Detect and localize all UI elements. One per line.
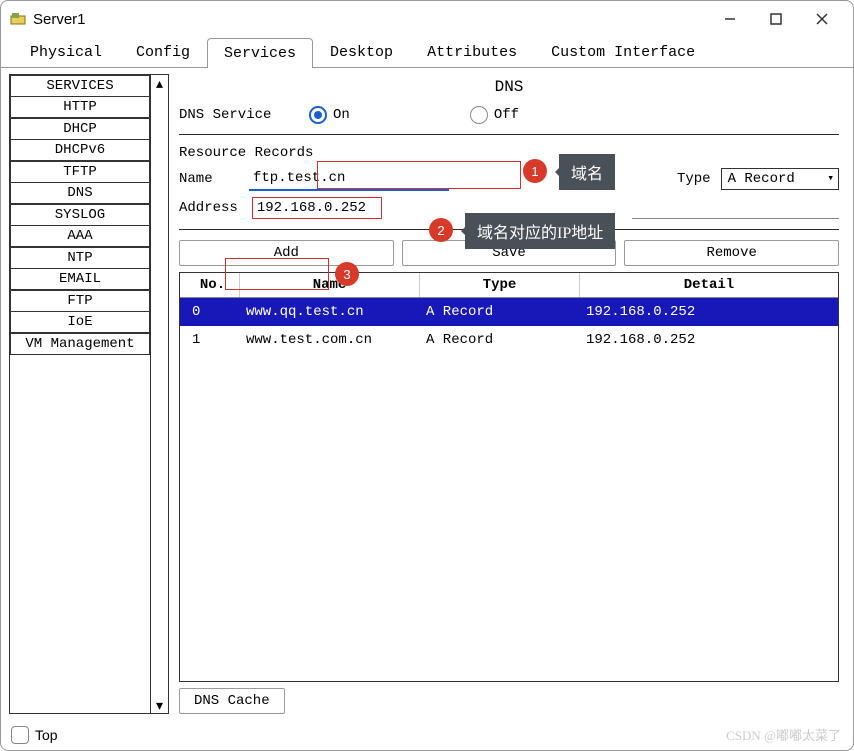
col-header-detail[interactable]: Detail [580, 273, 838, 297]
sidebar-item-dhcpv6[interactable]: DHCPv6 [10, 139, 150, 161]
sidebar-item-dhcp[interactable]: DHCP [10, 118, 150, 140]
address-label: Address [179, 200, 238, 216]
minimize-button[interactable] [707, 4, 753, 34]
annotation-badge-1: 1 [523, 159, 547, 183]
sidebar-item-vm-management[interactable]: VM Management [10, 333, 150, 355]
tab-bar: Physical Config Services Desktop Attribu… [1, 37, 853, 68]
annotation-badge-2: 2 [429, 218, 453, 242]
type-select[interactable]: A Record [721, 168, 839, 190]
sidebar-item-ftp[interactable]: FTP [10, 290, 150, 312]
tab-desktop[interactable]: Desktop [313, 37, 410, 67]
tab-attributes[interactable]: Attributes [410, 37, 534, 67]
table-row[interactable]: 0 www.qq.test.cn A Record 192.168.0.252 [180, 298, 838, 326]
address-input[interactable] [257, 200, 377, 216]
annotation-tooltip-1: 域名 [559, 154, 615, 190]
col-header-type[interactable]: Type [420, 273, 580, 297]
resource-records-label: Resource Records [179, 145, 839, 161]
titlebar: Server1 [1, 1, 853, 37]
sidebar-item-http[interactable]: HTTP [10, 96, 150, 118]
annotation-badge-3: 3 [335, 262, 359, 286]
tab-services[interactable]: Services [207, 38, 313, 68]
annotation-highlight-address [252, 197, 382, 219]
sidebar: SERVICES HTTP DHCP DHCPv6 TFTP DNS SYSLO… [9, 74, 169, 714]
col-header-name[interactable]: Name [240, 273, 420, 297]
remove-button[interactable]: Remove [624, 240, 839, 266]
scroll-down-icon[interactable]: ▾ [151, 697, 168, 713]
scroll-up-icon[interactable]: ▴ [151, 75, 168, 91]
sidebar-item-syslog[interactable]: SYSLOG [10, 204, 150, 226]
annotation-tooltip-2: 域名对应的IP地址 [465, 213, 615, 249]
sidebar-item-ntp[interactable]: NTP [10, 247, 150, 269]
radio-on-icon [309, 106, 327, 124]
maximize-button[interactable] [753, 4, 799, 34]
radio-on-label: On [333, 107, 350, 123]
page-title: DNS [179, 74, 839, 100]
window-title: Server1 [33, 11, 707, 28]
records-table: No. Name Type Detail 0 www.qq.test.cn A … [179, 272, 839, 682]
sidebar-item-tftp[interactable]: TFTP [10, 161, 150, 183]
close-button[interactable] [799, 4, 845, 34]
col-header-no[interactable]: No. [180, 273, 240, 297]
type-label: Type [677, 171, 711, 187]
radio-on[interactable]: On [309, 106, 350, 124]
top-checkbox[interactable] [11, 726, 29, 744]
add-button[interactable]: Add [179, 240, 394, 266]
name-label: Name [179, 171, 239, 187]
sidebar-item-email[interactable]: EMAIL [10, 268, 150, 290]
tab-custom-interface[interactable]: Custom Interface [534, 37, 712, 67]
top-label: Top [35, 727, 58, 743]
dns-cache-button[interactable]: DNS Cache [179, 688, 285, 714]
sidebar-item-services[interactable]: SERVICES [10, 75, 150, 97]
sidebar-scrollbar[interactable]: ▴ ▾ [150, 75, 168, 713]
radio-off-label: Off [494, 107, 519, 123]
name-input[interactable] [249, 167, 449, 191]
dns-service-label: DNS Service [179, 107, 299, 123]
sidebar-item-ioe[interactable]: IoE [10, 311, 150, 333]
tab-physical[interactable]: Physical [13, 37, 119, 67]
sidebar-item-dns[interactable]: DNS [10, 182, 150, 204]
radio-off-icon [470, 106, 488, 124]
app-icon [9, 10, 27, 28]
table-row[interactable]: 1 www.test.com.cn A Record 192.168.0.252 [180, 326, 838, 354]
watermark: CSDN @嘟嘟太菜了 [726, 725, 841, 744]
tab-config[interactable]: Config [119, 37, 207, 67]
radio-off[interactable]: Off [470, 106, 519, 124]
sidebar-item-aaa[interactable]: AAA [10, 225, 150, 247]
